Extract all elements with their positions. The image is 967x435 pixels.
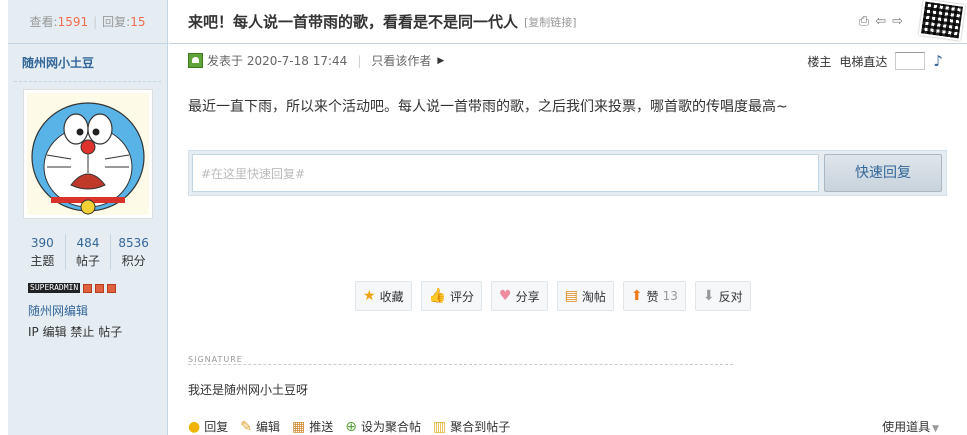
qr-code-icon[interactable] (918, 0, 966, 41)
quick-reply-input[interactable]: #在这里快速回复# (192, 154, 819, 192)
post-time: 发表于 2020-7-18 17:44 (207, 54, 348, 68)
oppose-label: 反对 (718, 289, 743, 304)
folder-icon: ▤ (564, 288, 578, 304)
post-content: 来吧！每人说一首带雨的歌，看看是不是同一代人 [复制链接] ⎙ ⇦ ⇨ 发表于 … (169, 0, 967, 435)
favorite-button[interactable]: ★ 收藏 (355, 281, 412, 311)
file-icon: ▥ (432, 418, 447, 435)
plus-doc-icon: ⊕ (345, 418, 357, 435)
post-message: 最近一直下雨，所以来个活动吧。每人说一首带雨的歌，之后我们来投票，哪首歌的传唱度… (188, 99, 788, 115)
admin-links[interactable]: IP 编辑 禁止 帖子 (28, 323, 122, 340)
meta-divider: | (357, 53, 362, 68)
signature-divider: SIGNATURE (188, 355, 733, 365)
thread-stats: 查看: 1591 | 回复: 15 (8, 0, 167, 44)
use-tools-menu[interactable]: 使用道具 ▼ (882, 418, 939, 435)
thumb-icon: 👍 (428, 288, 447, 304)
set-aggregate-label: 设为聚合帖 (360, 420, 421, 434)
tao-label: 淘帖 (581, 289, 606, 304)
elevator-go-icon[interactable]: ♪ (933, 52, 943, 70)
print-icon[interactable]: ⎙ (859, 14, 869, 29)
edit-label: 编辑 (255, 420, 280, 434)
share-label: 分享 (515, 289, 540, 304)
stats-divider: | (93, 14, 98, 29)
up-arrow-icon: ⬆ (630, 288, 643, 304)
points-label: 积分 (121, 254, 146, 268)
thread-tools: ⎙ ⇦ ⇨ (859, 14, 903, 29)
like-button[interactable]: ⬆ 赞 13 (622, 281, 686, 311)
caret-right-icon: ▶ (437, 55, 445, 66)
floor-input[interactable] (895, 52, 926, 70)
like-count: 13 (662, 289, 678, 303)
chat-bubble-icon: ● (188, 418, 201, 435)
only-author-link[interactable]: 只看该作者 (371, 52, 431, 69)
online-user-icon (188, 53, 203, 68)
doraemon-avatar-image (27, 93, 149, 215)
author-stats: 390 主题 484 帖子 8536 积分 (20, 234, 156, 270)
rate-label: 评分 (450, 289, 475, 304)
tao-button[interactable]: ▤ 淘帖 (556, 281, 614, 311)
set-aggregate-button[interactable]: ⊕ 设为聚合帖 (345, 418, 421, 435)
chevron-down-icon: ▼ (932, 424, 939, 434)
heart-icon: ♥ (499, 288, 512, 304)
posts-count: 484 (76, 236, 100, 250)
down-arrow-icon: ⬇ (702, 288, 715, 304)
merge-to-post-button[interactable]: ▥ 聚合到帖子 (433, 418, 510, 435)
user-group-link[interactable]: 随州网编辑 (28, 302, 88, 319)
elevator-label: 电梯直达 (839, 54, 888, 69)
topics-label: 主题 (30, 254, 55, 268)
reply-button[interactable]: ● 回复 (188, 418, 228, 435)
quick-reply-button[interactable]: 快速回复 (824, 154, 942, 192)
author-name[interactable]: 随州网小土豆 (14, 44, 161, 82)
views-label: 查看: (29, 15, 58, 29)
points-stat[interactable]: 8536 积分 (111, 234, 156, 270)
topics-stat[interactable]: 390 主题 (20, 234, 66, 270)
merge-to-post-label: 聚合到帖子 (450, 420, 511, 434)
topics-count: 390 (30, 236, 54, 250)
post-actions: ★ 收藏 👍 评分 ♥ 分享 ▤ 淘帖 ⬆ 赞 13 ⬇ 反对 (355, 281, 751, 311)
replies-label: 回复: (102, 15, 131, 29)
rate-button[interactable]: 👍 评分 (420, 281, 483, 311)
posts-label: 帖子 (76, 254, 101, 268)
avatar[interactable] (23, 89, 153, 219)
share-button[interactable]: ♥ 分享 (491, 281, 548, 311)
signature-text: 我还是随州网小土豆呀 (188, 383, 309, 397)
views-count: 1591 (57, 14, 89, 29)
star-icon: ★ (363, 288, 376, 304)
favorite-label: 收藏 (379, 289, 404, 304)
medal-icon (83, 283, 93, 293)
medal-icon (107, 283, 117, 293)
prev-thread-icon[interactable]: ⇦ (875, 14, 886, 29)
points-count: 8536 (118, 236, 149, 250)
admin-badges: SUPERADMIN (28, 283, 117, 293)
signature-label: SIGNATURE (188, 355, 247, 364)
quick-reply-box: #在这里快速回复# 快速回复 (188, 150, 947, 196)
thread-title-bar: 来吧！每人说一首带雨的歌，看看是不是同一代人 [复制链接] (169, 0, 967, 44)
push-label: 推送 (309, 420, 334, 434)
author-sidebar: 查看: 1591 | 回复: 15 随州网小土豆 390 主题 484 帖子 8… (8, 0, 168, 435)
floor-label: 楼主 (807, 54, 832, 69)
next-thread-icon[interactable]: ⇨ (892, 14, 903, 29)
like-label: 赞 (646, 289, 659, 304)
post-bottom-bar: ● 回复 ✎ 编辑 ▦ 推送 ⊕ 设为聚合帖 ▥ 聚合到帖子 (188, 418, 510, 435)
superadmin-badge: SUPERADMIN (28, 283, 81, 293)
pencil-icon: ✎ (240, 418, 252, 435)
medal-icon (95, 283, 105, 293)
push-button[interactable]: ▦ 推送 (292, 418, 333, 435)
reply-label: 回复 (204, 420, 229, 434)
edit-button[interactable]: ✎ 编辑 (240, 418, 280, 435)
floor-nav: 楼主 电梯直达 ♪ (807, 52, 943, 70)
copy-link[interactable]: [复制链接] (524, 14, 577, 30)
post-meta: 发表于 2020-7-18 17:44 | 只看该作者 ▶ (188, 52, 444, 69)
document-icon: ▦ (291, 418, 306, 435)
posts-stat[interactable]: 484 帖子 (66, 234, 112, 270)
replies-count: 15 (130, 14, 146, 29)
oppose-button[interactable]: ⬇ 反对 (694, 281, 751, 311)
use-tools-label: 使用道具 (882, 420, 931, 434)
thread-title: 来吧！每人说一首带雨的歌，看看是不是同一代人 (188, 13, 519, 31)
